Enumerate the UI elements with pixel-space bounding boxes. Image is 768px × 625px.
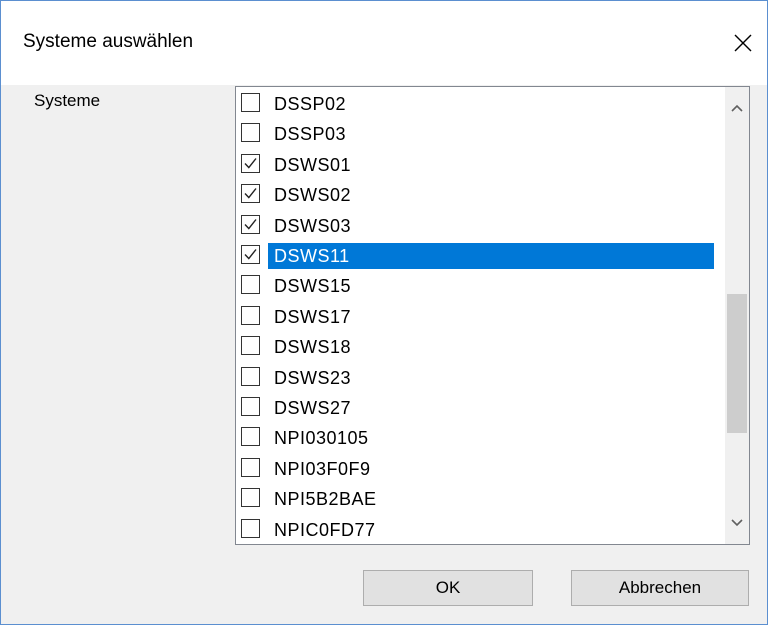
item-checkbox[interactable] — [241, 93, 260, 112]
systems-checklist[interactable]: DSSP02 DSSP03 DSWS01 DSWS02 DSWS03 DSWS11 DSWS… — [235, 86, 750, 545]
item-checkbox[interactable] — [241, 397, 260, 416]
list-item[interactable]: DSWS23 — [236, 363, 726, 393]
vertical-scrollbar[interactable] — [725, 87, 749, 544]
item-checkbox[interactable] — [241, 427, 260, 447]
scroll-down-button[interactable] — [725, 510, 749, 536]
list-item[interactable]: DSWS15 — [236, 271, 726, 301]
item-label: NPIC0FD77 — [274, 519, 376, 540]
item-checkbox[interactable] — [241, 305, 260, 325]
item-checkbox[interactable] — [241, 275, 260, 295]
item-label: NPI03F0F9 — [274, 458, 371, 479]
dialog-title: Systeme auswählen — [23, 31, 194, 52]
list-item[interactable]: DSWS11 — [236, 241, 726, 271]
list-item[interactable]: NPI030105 — [236, 423, 726, 453]
item-label: DSSP03 — [274, 124, 347, 145]
item-label: DSWS03 — [274, 215, 352, 236]
item-label: DSWS02 — [274, 185, 352, 206]
scrollbar-thumb[interactable] — [727, 294, 747, 433]
item-label: DSWS18 — [274, 337, 352, 358]
item-label: DSWS11 — [268, 243, 714, 269]
item-label: DSWS17 — [274, 306, 352, 327]
list-item[interactable]: DSSP02 — [236, 89, 726, 119]
list-item[interactable]: NPIC0FD77 — [236, 515, 726, 544]
systems-label: Systeme — [34, 91, 101, 110]
item-label: DSWS15 — [274, 276, 352, 297]
item-label: NPI030105 — [274, 428, 369, 449]
item-label: NPI5B2BAE — [274, 489, 377, 510]
list-item[interactable]: DSWS27 — [236, 393, 726, 423]
list-item[interactable]: DSWS03 — [236, 211, 726, 241]
list-item[interactable]: DSWS01 — [236, 150, 726, 180]
checkmark-icon — [244, 157, 257, 169]
list-item[interactable]: DSWS02 — [236, 180, 726, 210]
item-checkbox[interactable] — [241, 123, 260, 143]
item-label: DSWS27 — [274, 398, 352, 418]
item-label: DSSP02 — [274, 94, 347, 114]
select-systems-dialog: Systeme auswählen Systeme DSSP02 DSSP03 DS… — [0, 0, 768, 625]
item-checkbox[interactable] — [241, 214, 260, 234]
chevron-down-icon — [731, 519, 743, 527]
checkmark-icon — [244, 188, 257, 199]
item-checkbox[interactable] — [241, 153, 260, 173]
list-item[interactable]: NPI03F0F9 — [236, 454, 726, 484]
item-checkbox[interactable] — [241, 245, 260, 264]
list-item[interactable]: DSWS17 — [236, 302, 726, 332]
list-item[interactable]: NPI5B2BAE — [236, 484, 726, 514]
item-checkbox[interactable] — [241, 184, 260, 204]
title-bar: Systeme auswählen — [1, 1, 767, 85]
checkmark-icon — [244, 218, 257, 230]
cancel-button[interactable]: Abbrechen — [571, 570, 749, 606]
item-checkbox[interactable] — [241, 457, 260, 477]
item-checkbox[interactable] — [241, 336, 260, 356]
item-checkbox[interactable] — [241, 488, 260, 508]
close-button[interactable] — [725, 25, 761, 61]
list-item[interactable]: DSWS18 — [236, 332, 726, 362]
item-checkbox[interactable] — [241, 366, 260, 386]
checkmark-icon — [244, 249, 257, 260]
item-checkbox[interactable] — [241, 518, 260, 538]
item-label: DSWS23 — [274, 367, 352, 388]
ok-button[interactable]: OK — [363, 570, 533, 606]
list-item[interactable]: DSSP03 — [236, 119, 726, 149]
close-icon — [734, 34, 752, 52]
scroll-up-button[interactable] — [725, 95, 749, 121]
chevron-up-icon — [731, 104, 743, 112]
item-label: DSWS01 — [274, 154, 352, 175]
